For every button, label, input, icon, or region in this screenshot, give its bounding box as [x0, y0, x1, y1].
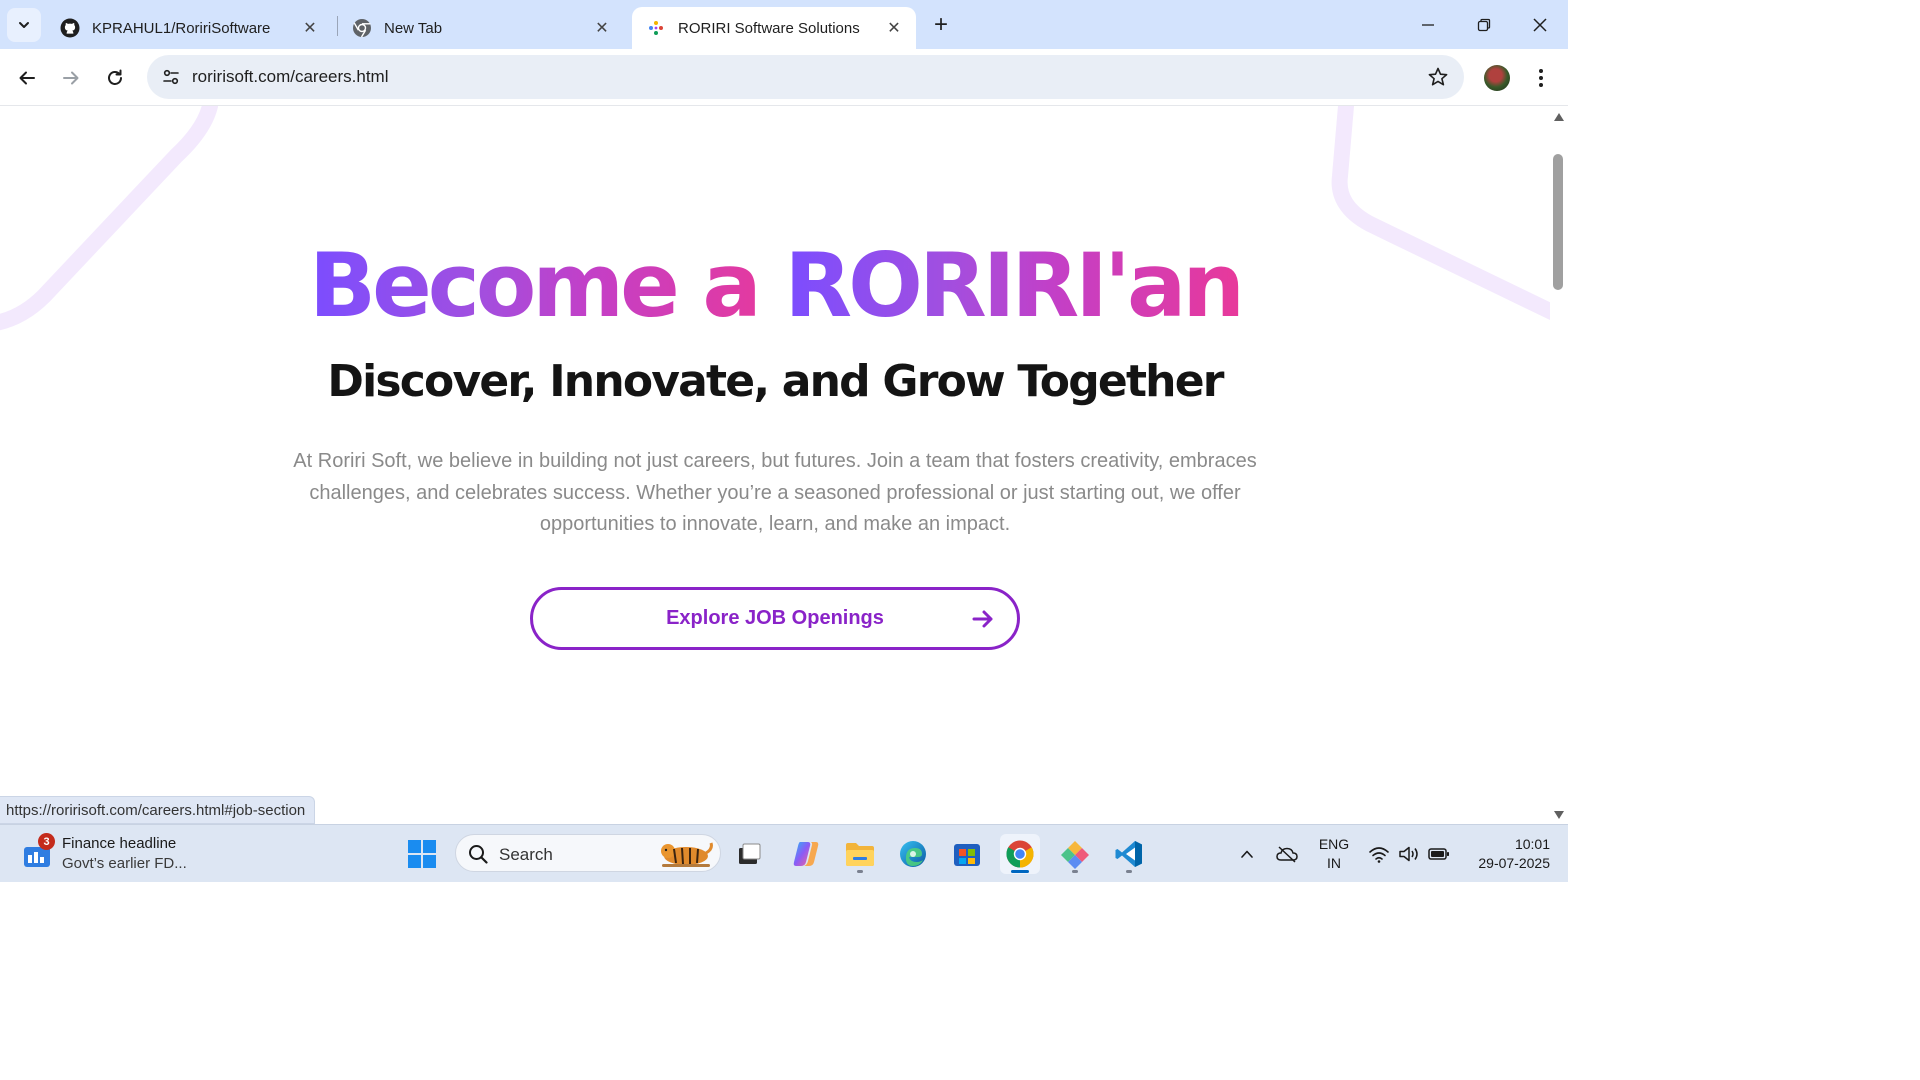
chevron-down-icon — [19, 22, 29, 28]
vscode-icon — [1115, 841, 1142, 867]
minimize-icon — [1422, 23, 1434, 26]
clock-date: 29-07-2025 — [1478, 855, 1550, 871]
tab-search-button[interactable] — [7, 8, 41, 42]
cloud-offline-icon — [1276, 846, 1298, 863]
close-icon[interactable]: ✕ — [592, 18, 612, 38]
start-button[interactable] — [402, 834, 442, 874]
tab-github[interactable]: KPRAHUL1/RoririSoftware ✕ — [46, 7, 332, 49]
tab-title: New Tab — [384, 19, 443, 37]
close-icon[interactable]: ✕ — [884, 18, 904, 38]
reload-button[interactable] — [98, 61, 132, 95]
url-text[interactable]: roririsoft.com/careers.html — [192, 67, 388, 87]
search-label: Search — [499, 845, 553, 864]
arrow-right-icon — [972, 610, 993, 628]
browser-menu-button[interactable] — [1528, 63, 1554, 93]
task-view-button[interactable] — [729, 834, 769, 874]
clock-time: 10:01 — [1514, 836, 1550, 852]
forward-button[interactable] — [54, 61, 88, 95]
edge-button[interactable] — [893, 834, 933, 874]
widget-subtitle: Govt’s earlier FD... — [62, 855, 187, 872]
copilot-icon — [793, 842, 819, 866]
github-icon — [60, 18, 80, 38]
store-button[interactable] — [947, 834, 987, 874]
running-indicator — [857, 870, 863, 873]
onedrive-status[interactable] — [1272, 825, 1302, 883]
notification-badge: 3 — [38, 833, 55, 850]
edge-icon — [900, 841, 926, 867]
dot — [1539, 83, 1543, 87]
page-subtitle: Discover, Innovate, and Grow Together — [327, 356, 1224, 407]
page-scrollbar[interactable] — [1550, 106, 1568, 824]
close-window-button[interactable] — [1512, 0, 1568, 49]
search-icon — [469, 845, 488, 864]
status-bar-url: https://roririsoft.com/careers.html#job-… — [0, 796, 316, 824]
running-indicator — [1126, 870, 1132, 873]
tab-new-tab[interactable]: New Tab ✕ — [338, 7, 624, 49]
copilot-button[interactable] — [786, 834, 826, 874]
chrome-icon — [352, 18, 372, 38]
chevron-up-icon — [1241, 850, 1253, 858]
store-icon — [954, 844, 980, 866]
scroll-down-arrow-icon[interactable] — [1553, 809, 1565, 821]
chrome-icon — [1006, 840, 1034, 868]
new-tab-button[interactable]: + — [926, 10, 956, 40]
battery-status[interactable] — [1426, 825, 1452, 883]
roriri-icon — [646, 18, 666, 38]
scroll-up-arrow-icon[interactable] — [1553, 111, 1565, 123]
file-explorer-button[interactable] — [840, 834, 880, 874]
page-title: Become a RORIRI'an — [0, 237, 1550, 335]
site-info-icon[interactable] — [155, 61, 187, 93]
page-viewport: Become a RORIRI'an Discover, Innovate, a… — [0, 106, 1550, 824]
language-code: ENG — [1318, 836, 1350, 852]
restore-button[interactable] — [1456, 0, 1512, 49]
vscode-button[interactable] — [1109, 834, 1149, 874]
running-indicator — [1011, 870, 1029, 873]
battery-icon — [1428, 848, 1449, 860]
show-hidden-icons-button[interactable] — [1234, 825, 1260, 883]
tab-title: KPRAHUL1/RoririSoftware — [92, 19, 271, 37]
input-language-indicator[interactable]: ENG IN — [1314, 835, 1354, 873]
tab-strip: KPRAHUL1/RoririSoftware ✕ New Tab ✕ RORI… — [0, 0, 1568, 49]
chrome-taskbar-button[interactable] — [1000, 834, 1040, 874]
color-app-button[interactable] — [1055, 834, 1095, 874]
dot — [1539, 76, 1543, 80]
volume-status[interactable] — [1396, 825, 1422, 883]
reload-icon — [108, 69, 122, 85]
wifi-icon — [1369, 847, 1389, 863]
wifi-status[interactable] — [1366, 825, 1392, 883]
tab-title: RORIRI Software Solutions — [678, 19, 860, 37]
arrow-right-icon — [63, 71, 79, 85]
profile-avatar[interactable] — [1484, 65, 1510, 91]
title-part-2: RORIRI'an — [784, 234, 1245, 337]
tiger-search-highlight-icon — [661, 842, 713, 867]
arrow-left-icon — [19, 71, 35, 85]
intro-paragraph: At Roriri Soft, we believe in building n… — [293, 450, 1257, 535]
address-bar[interactable]: roririsoft.com/careers.html — [147, 55, 1464, 99]
start-icon — [408, 840, 436, 868]
minimize-button[interactable] — [1400, 0, 1456, 49]
widget-title: Finance headline — [62, 835, 177, 852]
restore-icon — [1477, 18, 1491, 31]
title-part-1: Become a — [309, 234, 785, 337]
explore-jobs-button[interactable]: Explore JOB Openings — [530, 587, 1020, 650]
system-clock[interactable]: 10:01 29-07-2025 — [1462, 835, 1550, 873]
close-icon[interactable]: ✕ — [300, 18, 320, 38]
region-code: IN — [1327, 855, 1341, 871]
scroll-thumb[interactable] — [1553, 154, 1563, 290]
bookmark-star-icon[interactable] — [1426, 65, 1450, 89]
news-widget[interactable]: 3 Finance headline Govt’s earlier FD... — [22, 833, 212, 875]
file-explorer-icon — [846, 843, 874, 866]
back-button[interactable] — [10, 61, 44, 95]
cta-label: Explore JOB Openings — [666, 607, 884, 629]
dot — [1539, 69, 1543, 73]
browser-toolbar: roririsoft.com/careers.html — [0, 49, 1568, 106]
close-icon — [1533, 17, 1547, 32]
running-indicator — [1072, 870, 1078, 873]
tab-roriri[interactable]: RORIRI Software Solutions ✕ — [632, 7, 916, 49]
color-app-icon — [1061, 841, 1089, 869]
task-view-icon — [739, 843, 761, 864]
windows-taskbar: 3 Finance headline Govt’s earlier FD... … — [0, 824, 1568, 882]
taskbar-search[interactable]: Search — [455, 834, 721, 872]
volume-icon — [1399, 846, 1418, 862]
